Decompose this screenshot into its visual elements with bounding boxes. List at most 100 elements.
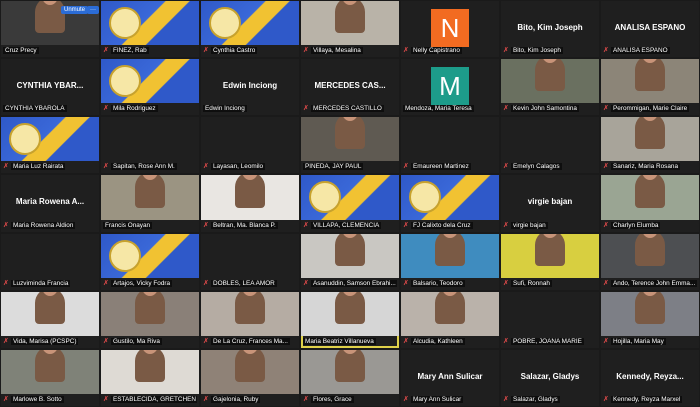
participant-tile[interactable]: ✗ Sanariz, Maria Rosana (601, 117, 699, 174)
participant-tile[interactable]: Kennedy, Reyza... ✗ Kennedy, Reyza Marxel (601, 349, 699, 406)
participant-tile[interactable]: ✗ Emelyn Calagos (501, 117, 599, 174)
participant-tile[interactable]: ✗ ESTABLECIDA, GRETCHEN J... (101, 349, 199, 406)
participant-tile[interactable]: ✗ Sufi, Ronnah (501, 233, 599, 290)
participant-tile[interactable]: ✗ Flores, Grace (301, 349, 399, 406)
participant-tile[interactable]: ✗ DOBLES, LEA AMOR (201, 233, 299, 290)
participant-name-label: ✗ Nelly Capistrano (403, 46, 497, 56)
muted-mic-icon: ✗ (603, 163, 609, 171)
participant-tile[interactable]: ✗ Ando, Terence John Emma... (601, 233, 699, 290)
participant-name-label: ✗ Emelyn Calagos (503, 162, 597, 172)
participant-display-name: virgie bajan (527, 197, 573, 207)
participant-tile[interactable]: ✗ POBRE, JOANA MARIE (501, 291, 599, 348)
participant-tile[interactable]: ✗ Asanuddin, Samson Ebrahi... (301, 233, 399, 290)
participant-tile[interactable]: ✗ Marlowe B. Sotto (1, 349, 99, 406)
participant-name: Layasan, Leomilo (211, 163, 266, 171)
participant-tile[interactable]: ✗ Cynthia Castro (201, 1, 299, 58)
muted-mic-icon: ✗ (203, 279, 209, 287)
anniversary-logo-image (1, 117, 99, 162)
participant-tile[interactable]: Bito, Kim Joseph ✗ Bito, Kim Joseph (501, 1, 599, 58)
participant-name: Mendoza, Maria Teresa (403, 105, 474, 113)
participant-name: Mary Ann Sulicar (411, 395, 464, 403)
participant-tile[interactable]: ✗ Alcudia, Kathleen (401, 291, 499, 348)
participant-tile[interactable]: ✗ Gustilo, Ma Riva (101, 291, 199, 348)
participant-tile[interactable]: ✗ FJ Calixto dela Cruz (401, 175, 499, 232)
seal-icon (109, 239, 141, 272)
participant-tile[interactable]: CYNTHIA YBAR... CYNTHIA YBAROLA (1, 59, 99, 116)
participant-display-name: Edwin Inciong (222, 81, 278, 91)
participant-video (1, 349, 99, 394)
participant-name-label: ✗ ANALISA ESPANO (603, 46, 697, 56)
muted-mic-icon: ✗ (3, 163, 9, 171)
participant-name: Gajelonia, Ruby (211, 395, 261, 403)
muted-mic-icon: ✗ (203, 221, 209, 229)
participant-name-label: ✗ ESTABLECIDA, GRETCHEN J... (103, 395, 197, 405)
participant-name-label: ✗ Villaya, Mesalina (303, 46, 397, 56)
participant-tile[interactable]: Maria Rowena A... ✗ Maria Rowena Aldion (1, 175, 99, 232)
participant-tile[interactable]: Maria Beatriz Villanueva (301, 291, 399, 348)
participant-tile[interactable]: ✗ Maria Luz Rairata (1, 117, 99, 174)
muted-mic-icon: ✗ (203, 163, 209, 171)
person-silhouette (135, 291, 165, 324)
participant-tile[interactable]: ✗ Gajelonia, Ruby (201, 349, 299, 406)
muted-mic-icon: ✗ (503, 337, 509, 345)
participant-tile[interactable]: virgie bajan ✗ virgie bajan (501, 175, 599, 232)
person-silhouette (335, 1, 365, 34)
participant-tile[interactable]: Edwin Inciong Edwin Inciong (201, 59, 299, 116)
participant-video (301, 233, 399, 278)
participant-tile[interactable]: MERCEDES CAS... ✗ MERCEDES CASTILLO (301, 59, 399, 116)
participant-name: Asanuddin, Samson Ebrahi... (311, 279, 397, 287)
participant-tile[interactable]: ✗ Perommigan, Marie Claire (601, 59, 699, 116)
participant-name-label: ✗ Hojilla, Maria May (603, 337, 697, 347)
more-options-button[interactable]: ··· (87, 6, 99, 14)
participant-tile[interactable]: ✗ Hojilla, Maria May (601, 291, 699, 348)
participant-name-label: ✗ Gustilo, Ma Riva (103, 337, 197, 347)
participant-tile[interactable]: M Mendoza, Maria Teresa (401, 59, 499, 116)
participant-tile[interactable]: ✗ Layasan, Leomilo (201, 117, 299, 174)
participant-tile[interactable]: Salazar, Gladys ✗ Salazar, Gladys (501, 349, 599, 406)
participant-name-label: ✗ Vida, Marisa (PCSPC) (3, 337, 97, 347)
muted-mic-icon: ✗ (503, 47, 509, 55)
participant-tile[interactable]: N ✗ Nelly Capistrano (401, 1, 499, 58)
participant-tile[interactable]: ✗ Luzviminda Francia (1, 233, 99, 290)
participant-tile[interactable]: ✗ VILLAPA, CLEMENCIA (301, 175, 399, 232)
participant-tile[interactable]: Francis Onayan (101, 175, 199, 232)
muted-mic-icon: ✗ (103, 279, 109, 287)
muted-mic-icon: ✗ (303, 105, 309, 113)
participant-tile[interactable]: PINEDA, JAY PAUL (301, 117, 399, 174)
participant-name: De La Cruz, Frances Ma... (211, 337, 290, 345)
unmute-button[interactable]: Unmute (61, 6, 89, 14)
participant-gallery: Unmute ··· Cruz Precy ✗ FINEZ, Rab ✗ Cynthia C… (0, 0, 700, 407)
participant-name: Sufi, Ronnah (511, 279, 552, 287)
anniversary-logo-image (401, 175, 499, 220)
participant-tile[interactable]: ✗ De La Cruz, Frances Ma... (201, 291, 299, 348)
participant-tile[interactable]: ✗ Sapitan, Rose Ann M. (101, 117, 199, 174)
participant-tile[interactable]: ✗ Artajos, Vicky Fodra (101, 233, 199, 290)
participant-tile[interactable]: ✗ Charlyn Elumba (601, 175, 699, 232)
participant-tile[interactable]: Mary Ann Sulicar ✗ Mary Ann Sulicar (401, 349, 499, 406)
muted-mic-icon: ✗ (203, 395, 209, 403)
participant-tile[interactable]: ANALISA ESPANO ✗ ANALISA ESPANO (601, 1, 699, 58)
participant-tile[interactable]: ✗ Villaya, Mesalina (301, 1, 399, 58)
participant-name-label: ✗ Alcudia, Kathleen (403, 337, 497, 347)
participant-tile[interactable]: ✗ Kevin John Samontina (501, 59, 599, 116)
participant-tile[interactable]: Unmute ··· Cruz Precy (1, 1, 99, 58)
participant-name: Artajos, Vicky Fodra (111, 279, 173, 287)
participant-tile[interactable]: ✗ Beltran, Ma. Blanca P. (201, 175, 299, 232)
participant-tile[interactable]: ✗ Mila Rodriguez (101, 59, 199, 116)
participant-name: CYNTHIA YBAROLA (3, 105, 67, 113)
participant-video (301, 349, 399, 394)
participant-tile[interactable]: ✗ Emaureen Martinez (401, 117, 499, 174)
seal-icon (209, 7, 241, 39)
person-silhouette (435, 291, 465, 324)
avatar-initial: N (431, 9, 469, 47)
participant-video (301, 1, 399, 46)
participant-tile[interactable]: ✗ FINEZ, Rab (101, 1, 199, 58)
muted-mic-icon: ✗ (503, 105, 509, 113)
participant-tile[interactable]: ✗ Vida, Marisa (PCSPC) (1, 291, 99, 348)
muted-mic-icon: ✗ (3, 221, 9, 229)
participant-name: Cynthia Castro (211, 47, 258, 55)
participant-tile[interactable]: ✗ Balsario, Teodoro (401, 233, 499, 290)
participant-video (201, 175, 299, 220)
participant-name-label: ✗ FJ Calixto dela Cruz (403, 221, 497, 231)
participant-name-label: Francis Onayan (103, 221, 197, 231)
